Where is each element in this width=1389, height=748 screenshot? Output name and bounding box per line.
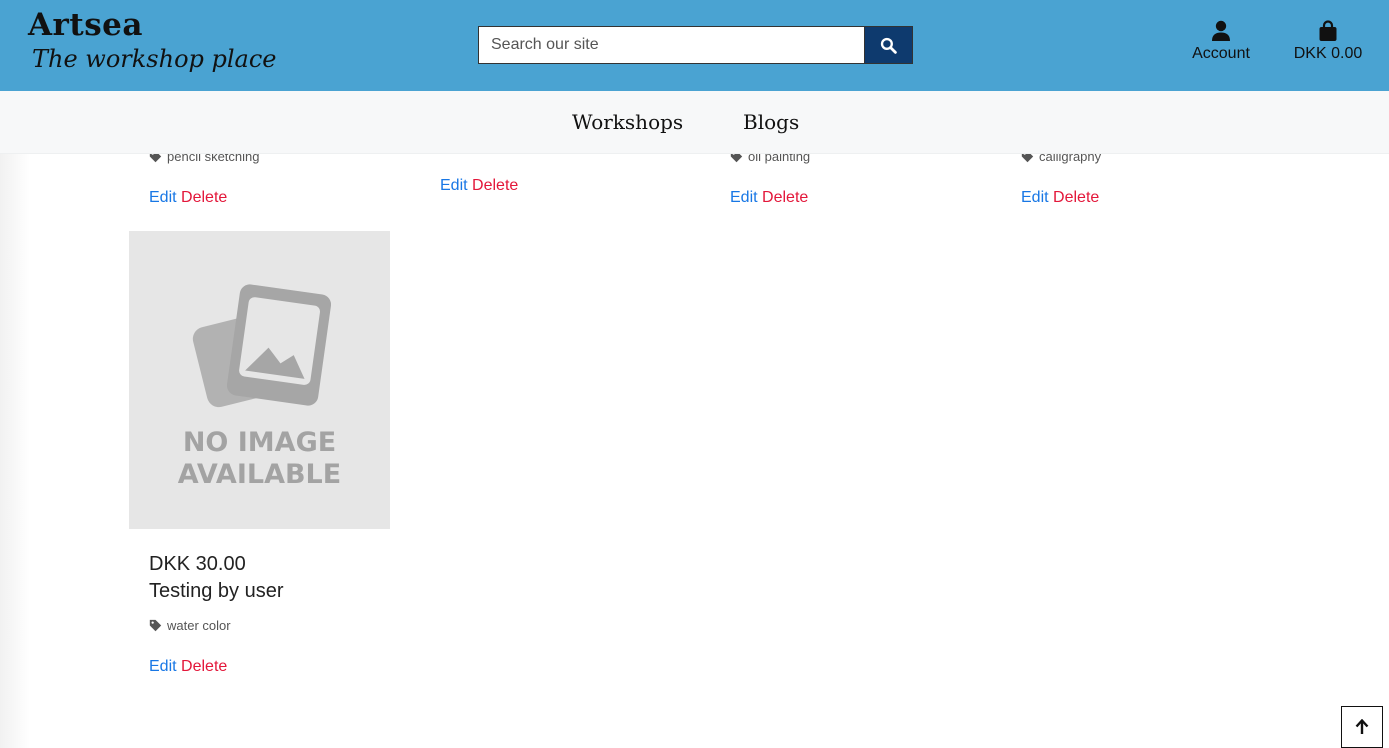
brand-name: Artsea xyxy=(28,7,143,43)
main-nav: Workshops Blogs xyxy=(0,91,1389,154)
back-to-top-button[interactable] xyxy=(1341,706,1383,748)
search-input[interactable] xyxy=(478,26,864,64)
left-shadow xyxy=(0,91,30,748)
product-title[interactable]: Testing by user xyxy=(149,580,284,603)
card-actions: Edit Delete xyxy=(730,189,808,207)
no-image-text: NO IMAGE AVAILABLE xyxy=(129,427,390,491)
top-header: Artsea The workshop place Account DKK 0.… xyxy=(0,0,1389,91)
edit-link[interactable]: Edit xyxy=(149,189,177,206)
account-link[interactable]: Account xyxy=(1192,20,1250,63)
shopping-bag-link[interactable]: DKK 0.00 xyxy=(1292,20,1364,63)
card-actions: Edit Delete xyxy=(149,189,227,207)
brand-tagline: The workshop place xyxy=(32,45,277,73)
edit-link[interactable]: Edit xyxy=(1021,189,1049,206)
edit-link[interactable]: Edit xyxy=(730,189,758,206)
account-label: Account xyxy=(1192,45,1250,62)
no-image-line1: NO IMAGE xyxy=(182,427,337,458)
no-image-line2: AVAILABLE xyxy=(177,459,342,490)
search-form xyxy=(478,26,913,64)
image-placeholder-icon xyxy=(192,284,331,408)
card-actions: Edit Delete xyxy=(440,177,518,195)
user-icon xyxy=(1212,20,1230,41)
brand-logo[interactable]: Artsea The workshop place xyxy=(28,8,277,76)
nav-workshops[interactable]: Workshops xyxy=(572,110,683,134)
delete-link[interactable]: Delete xyxy=(472,177,518,194)
shopping-bag-icon xyxy=(1319,20,1337,41)
delete-link[interactable]: Delete xyxy=(1053,189,1099,206)
card-actions: Edit Delete xyxy=(1021,189,1099,207)
product-tag[interactable]: water color xyxy=(149,618,231,633)
arrow-up-icon xyxy=(1355,719,1369,734)
bag-total: DKK 0.00 xyxy=(1293,45,1363,62)
edit-link[interactable]: Edit xyxy=(149,658,177,675)
search-button[interactable] xyxy=(864,26,913,64)
delete-link[interactable]: Delete xyxy=(762,189,808,206)
product-price: DKK 30.00 xyxy=(149,553,246,575)
tag-icon xyxy=(149,619,162,632)
card-actions: Edit Delete xyxy=(149,658,227,676)
product-tag-label: water color xyxy=(167,618,231,633)
search-icon xyxy=(880,37,897,54)
product-image[interactable]: NO IMAGE AVAILABLE xyxy=(129,231,390,529)
delete-link[interactable]: Delete xyxy=(181,189,227,206)
delete-link[interactable]: Delete xyxy=(181,658,227,675)
edit-link[interactable]: Edit xyxy=(440,177,468,194)
nav-blogs[interactable]: Blogs xyxy=(743,110,799,134)
